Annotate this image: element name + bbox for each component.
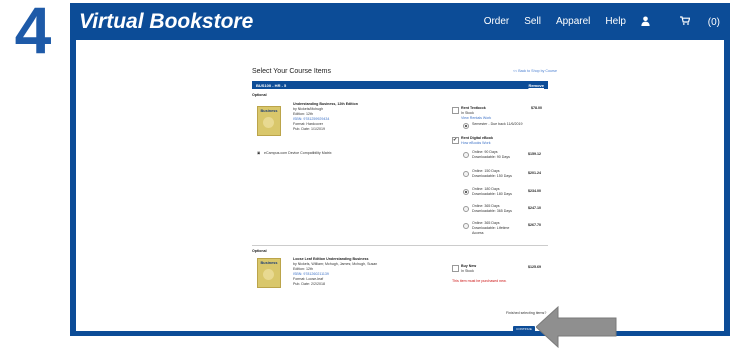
book-cover-1: Business xyxy=(257,106,281,136)
nav-help[interactable]: Help xyxy=(605,16,626,29)
ebook-option-radio[interactable] xyxy=(463,189,469,195)
ebook-option-sub: Downloadable: 180 Days xyxy=(472,192,512,196)
browser-frame: Virtual Bookstore Order Sell Apparel Hel… xyxy=(70,3,730,349)
optional-label: Optional xyxy=(252,93,267,97)
view-rentals-link[interactable]: View Rentals Work xyxy=(461,116,491,121)
ebook-option-sub: Downloadable: 150 Days xyxy=(472,174,512,178)
step-number: 4 xyxy=(14,0,52,67)
item2-pubdate: Pub. Date: 2/2/2018 xyxy=(293,282,325,286)
book-cover-title: Business xyxy=(260,261,278,265)
book-cover-2: Business xyxy=(257,258,281,288)
nav-sell[interactable]: Sell xyxy=(524,16,541,29)
ebook-option-radio[interactable] xyxy=(463,171,469,177)
item1-pubdate: Pub. Date: 1/1/2019 xyxy=(293,127,325,131)
cart-count: (0) xyxy=(707,17,720,28)
ebook-option-price: $234.00 xyxy=(528,189,541,193)
semester-radio[interactable] xyxy=(463,123,469,129)
ebook-option-sub: Downloadable: 90 Days xyxy=(472,155,510,159)
nav-order[interactable]: Order xyxy=(484,16,510,29)
optional-label: Optional xyxy=(252,249,267,253)
continue-button[interactable]: CONTINUE xyxy=(513,326,535,333)
pointer-arrow-icon xyxy=(536,305,617,349)
buy-new-stock: In Stock xyxy=(461,269,474,273)
rent-ebook-checkbox[interactable] xyxy=(452,137,459,144)
compat-matrix-link[interactable]: eCampus.com Device Compatibility Matrix xyxy=(264,151,332,156)
book-cover-title: Business xyxy=(260,109,278,113)
page-title: Select Your Course Items xyxy=(252,68,331,75)
main-nav: Order Sell Apparel Help (0) xyxy=(469,16,720,29)
ebook-option-radio[interactable] xyxy=(463,152,469,158)
rent-textbook-price: $78.00 xyxy=(531,106,542,110)
ebook-option-price: $267.70 xyxy=(528,223,541,227)
ebook-option-sub: Downloadable: 365 Days xyxy=(472,209,512,213)
remove-course-link[interactable]: Remove xyxy=(528,83,544,88)
cart-button[interactable]: (0) xyxy=(665,16,720,29)
buy-new-checkbox[interactable] xyxy=(452,265,459,272)
item-divider xyxy=(252,245,548,246)
ebook-option-price: $201.24 xyxy=(528,171,541,175)
course-header-bar: BUS100 - HR - 5 Remove xyxy=(252,81,548,89)
brand-logo[interactable]: Virtual Bookstore xyxy=(79,10,253,34)
cart-icon xyxy=(679,16,693,28)
user-icon[interactable] xyxy=(641,16,650,29)
ebook-option-radio[interactable] xyxy=(463,206,469,212)
main-panel: Select Your Course Items << Back to Shop… xyxy=(76,40,724,349)
device-icon: ▣ xyxy=(257,151,261,155)
back-to-shop-link[interactable]: << Back to Shop by Course xyxy=(513,69,557,73)
ebook-option-sub2: Access xyxy=(472,231,484,235)
purchase-notice: This item must be purchased new. xyxy=(452,279,507,283)
rent-textbook-checkbox[interactable] xyxy=(452,107,459,114)
course-code: BUS100 - HR - 5 xyxy=(256,83,287,88)
how-ebooks-link[interactable]: How eBooks Work xyxy=(461,141,491,146)
ebook-option-price: $247.10 xyxy=(528,206,541,210)
buy-new-price: $125.69 xyxy=(528,265,541,269)
nav-apparel[interactable]: Apparel xyxy=(556,16,590,29)
top-nav-bar: Virtual Bookstore Order Sell Apparel Hel… xyxy=(70,3,730,40)
ebook-option-radio[interactable] xyxy=(463,223,469,229)
ebook-option-price: $159.12 xyxy=(528,152,541,156)
semester-term: Semester - Due back 11/6/2019 xyxy=(472,122,523,126)
